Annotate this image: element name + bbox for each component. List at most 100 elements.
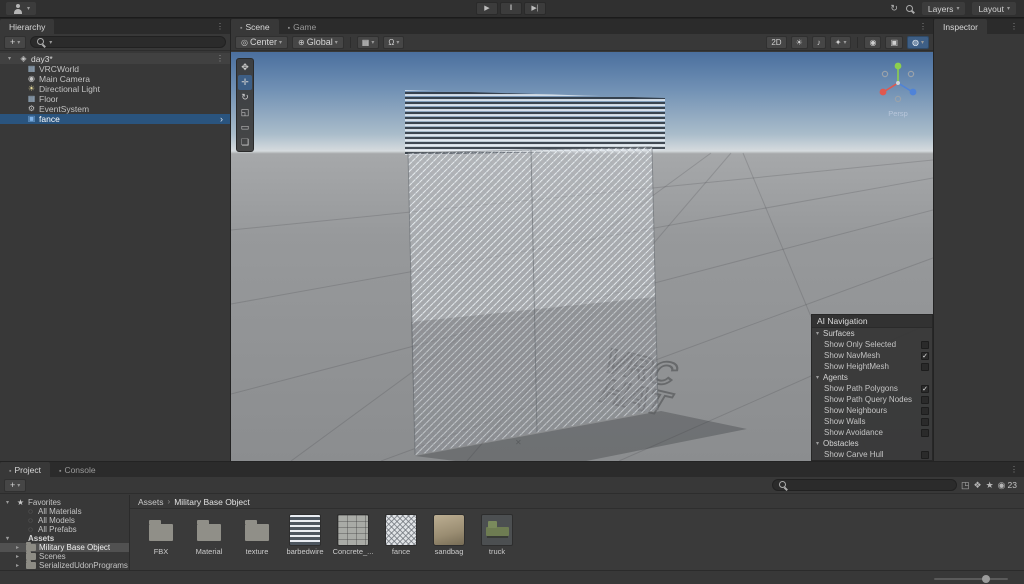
- scene-viewport[interactable]: VRC HAT: [231, 52, 933, 461]
- hidden-packages-button[interactable]: ◉ 23: [998, 479, 1020, 492]
- asset-item[interactable]: Concrete_...: [332, 515, 374, 556]
- nav-option-row[interactable]: Agents: [812, 372, 932, 383]
- checkbox[interactable]: [921, 385, 929, 393]
- asset-item[interactable]: FBX: [140, 515, 182, 556]
- scene-tab[interactable]: Scene: [231, 19, 279, 34]
- create-asset-button[interactable]: + ▾: [4, 479, 26, 492]
- nav-option-row[interactable]: Show Neighbours: [812, 405, 932, 416]
- hierarchy-item[interactable]: Directional Light: [0, 84, 230, 94]
- tool-button[interactable]: [238, 120, 252, 135]
- nav-option-row[interactable]: Show Avoidance: [812, 427, 932, 438]
- checkbox[interactable]: [921, 407, 929, 415]
- account-button[interactable]: ▾: [6, 2, 36, 15]
- prefab-open-icon[interactable]: [220, 114, 230, 124]
- effects-dropdown-button[interactable]: ✦ ▾: [830, 36, 852, 49]
- pivot-mode-button[interactable]: ◎ Center ▾: [235, 36, 288, 49]
- foldout-icon[interactable]: [16, 544, 23, 551]
- gizmos-dropdown-button[interactable]: ◍ ▾: [907, 36, 929, 49]
- play-button[interactable]: ▶: [476, 2, 498, 15]
- visibility-toggle-button[interactable]: ◉: [864, 36, 881, 49]
- checkbox[interactable]: [921, 451, 929, 459]
- nav-option-row[interactable]: Show NavMesh: [812, 350, 932, 361]
- tree-item[interactable]: All Prefabs: [0, 525, 129, 534]
- slider-knob[interactable]: [982, 575, 990, 583]
- checkbox[interactable]: [921, 352, 929, 360]
- nav-option-row[interactable]: Surfaces: [812, 328, 932, 339]
- panel-menu-icon[interactable]: ⋮: [1004, 19, 1024, 34]
- hierarchy-search-input[interactable]: ▾: [30, 36, 226, 48]
- checkbox[interactable]: [921, 429, 929, 437]
- panel-menu-icon[interactable]: ⋮: [913, 19, 933, 34]
- view-mode-label[interactable]: Persp: [875, 109, 921, 118]
- foldout-icon[interactable]: [6, 499, 13, 506]
- foldout-icon[interactable]: [6, 535, 13, 542]
- tool-button[interactable]: [238, 135, 252, 150]
- checkbox[interactable]: [921, 363, 929, 371]
- step-button[interactable]: ▶|: [524, 2, 546, 15]
- camera-settings-button[interactable]: ▣: [885, 36, 903, 49]
- nav-option-row[interactable]: Show Path Polygons: [812, 383, 932, 394]
- nav-option-row[interactable]: Show Carve Hull: [812, 449, 932, 460]
- pause-button[interactable]: ‖: [500, 2, 522, 15]
- breadcrumb-current[interactable]: Military Base Object: [174, 497, 250, 507]
- 2d-toggle-button[interactable]: 2D: [766, 36, 786, 49]
- checkbox[interactable]: [921, 418, 929, 426]
- tool-button[interactable]: [238, 75, 252, 90]
- snap-settings-button[interactable]: Ω ▾: [383, 36, 404, 49]
- tree-item[interactable]: SerializedUdonPrograms: [0, 561, 129, 570]
- asset-item[interactable]: truck: [476, 515, 518, 556]
- nav-option-row[interactable]: Show HeightMesh: [812, 361, 932, 372]
- hierarchy-scene-row[interactable]: day3* ⋮: [0, 53, 230, 64]
- audio-toggle-button[interactable]: ♪: [812, 36, 826, 49]
- scene-menu-icon[interactable]: ⋮: [216, 54, 230, 63]
- checkbox[interactable]: [921, 341, 929, 349]
- project-tab[interactable]: Project: [0, 462, 50, 477]
- tool-button[interactable]: [238, 90, 252, 105]
- search-by-label-icon[interactable]: ❖: [974, 479, 982, 492]
- asset-item[interactable]: sandbag: [428, 515, 470, 556]
- checkbox[interactable]: [921, 396, 929, 404]
- nav-option-row[interactable]: Show Walls: [812, 416, 932, 427]
- tree-item[interactable]: Scenes: [0, 552, 129, 561]
- tool-button[interactable]: [238, 60, 252, 75]
- scene-tab[interactable]: Game: [279, 19, 326, 34]
- tree-item[interactable]: Favorites: [0, 498, 129, 507]
- layout-dropdown[interactable]: Layout ▾: [972, 2, 1016, 15]
- nav-option-row[interactable]: Show Only Selected: [812, 339, 932, 350]
- create-object-button[interactable]: + ▾: [4, 36, 26, 49]
- foldout-icon[interactable]: [8, 55, 16, 62]
- hierarchy-item[interactable]: EventSystem: [0, 104, 230, 114]
- grid-visibility-button[interactable]: ▦ ▾: [357, 36, 380, 49]
- tree-item[interactable]: All Materials: [0, 507, 129, 516]
- hierarchy-item[interactable]: Floor: [0, 94, 230, 104]
- hierarchy-item[interactable]: fance: [0, 114, 230, 124]
- tab-inspector[interactable]: Inspector: [934, 19, 987, 34]
- tree-item[interactable]: All Models: [0, 516, 129, 525]
- save-search-icon[interactable]: ★: [986, 479, 994, 492]
- nav-option-row[interactable]: Obstacles: [812, 438, 932, 449]
- tool-button[interactable]: [238, 105, 252, 120]
- breadcrumb-root[interactable]: Assets: [138, 497, 164, 507]
- hierarchy-item[interactable]: VRCWorld: [0, 64, 230, 74]
- overlay-title[interactable]: AI Navigation: [812, 315, 932, 328]
- undo-history-icon[interactable]: ↻: [890, 2, 898, 15]
- layers-dropdown[interactable]: Layers ▾: [922, 2, 966, 15]
- asset-item[interactable]: barbedwire: [284, 515, 326, 556]
- asset-item[interactable]: texture: [236, 515, 278, 556]
- lighting-toggle-button[interactable]: ☀: [791, 36, 808, 49]
- nav-option-row[interactable]: Show Path Query Nodes: [812, 394, 932, 405]
- project-search-input[interactable]: [772, 479, 957, 491]
- tab-hierarchy[interactable]: Hierarchy: [0, 19, 54, 34]
- foldout-icon[interactable]: [16, 562, 23, 569]
- asset-item[interactable]: Material: [188, 515, 230, 556]
- space-mode-button[interactable]: ⊕ Global ▾: [292, 36, 344, 49]
- panel-menu-icon[interactable]: ⋮: [1004, 462, 1024, 477]
- foldout-icon[interactable]: [16, 553, 23, 560]
- orientation-gizmo[interactable]: Persp: [875, 60, 921, 118]
- project-tab[interactable]: Console: [50, 462, 105, 477]
- search-by-type-icon[interactable]: ◳: [961, 479, 970, 492]
- tree-item[interactable]: Military Base Object: [0, 543, 129, 552]
- thumbnail-size-slider[interactable]: [934, 576, 1008, 582]
- tree-item[interactable]: Assets: [0, 534, 129, 543]
- hierarchy-item[interactable]: Main Camera: [0, 74, 230, 84]
